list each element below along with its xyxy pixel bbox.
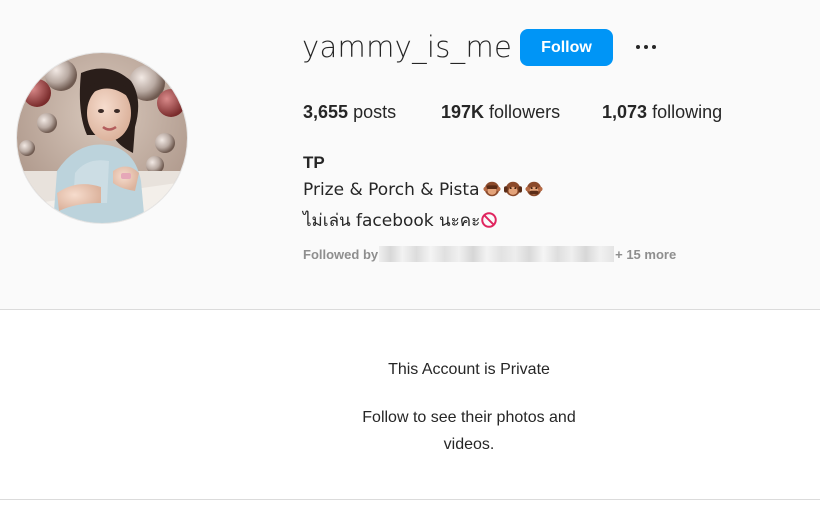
speak-no-evil-monkey-icon xyxy=(524,181,543,197)
dot xyxy=(652,45,656,49)
profile-photo xyxy=(17,53,187,223)
following-count: 1,073 xyxy=(602,102,648,122)
bio-line-2: ไม่เล่น facebook นะคะ xyxy=(303,207,498,234)
followers-stat[interactable]: 197K followers xyxy=(441,102,560,123)
dot xyxy=(644,45,648,49)
following-stat[interactable]: 1,073 following xyxy=(602,102,722,123)
followed-by-suffix: + 15 more xyxy=(615,246,677,262)
username: yammy_is_me xyxy=(302,30,513,64)
private-account-title: This Account is Private xyxy=(388,361,550,378)
bio-line-2-text: ไม่เล่น facebook นะคะ xyxy=(303,211,481,231)
dot xyxy=(636,45,640,49)
full-name: TP xyxy=(303,153,325,172)
bottom-divider xyxy=(0,499,820,500)
following-label: following xyxy=(652,102,723,122)
see-no-evil-monkey-icon xyxy=(482,181,501,197)
hear-no-evil-monkey-icon xyxy=(503,181,522,197)
followers-label: followers xyxy=(489,102,561,122)
profile-header: yammy_is_me Follow 3,655 posts 197K foll… xyxy=(0,0,820,310)
followed-by-prefix: Followed by xyxy=(303,246,379,262)
more-options-icon[interactable] xyxy=(630,34,662,60)
posts-stat: 3,655 posts xyxy=(303,102,396,123)
followed-by[interactable]: Followed by + 15 more xyxy=(303,246,676,262)
private-account-subtitle: Follow to see their photos and videos. xyxy=(362,409,576,453)
prohibited-icon xyxy=(481,212,498,228)
posts-label: posts xyxy=(353,102,397,122)
posts-count: 3,655 xyxy=(303,102,349,122)
avatar[interactable] xyxy=(16,52,188,224)
followed-by-names-redacted xyxy=(379,246,615,262)
bio-line-1-text: Prize & Porch & Pista xyxy=(303,180,480,200)
followers-count: 197K xyxy=(441,102,485,122)
bio-line-1: Prize & Porch & Pista xyxy=(303,180,543,200)
follow-button[interactable]: Follow xyxy=(520,29,613,66)
